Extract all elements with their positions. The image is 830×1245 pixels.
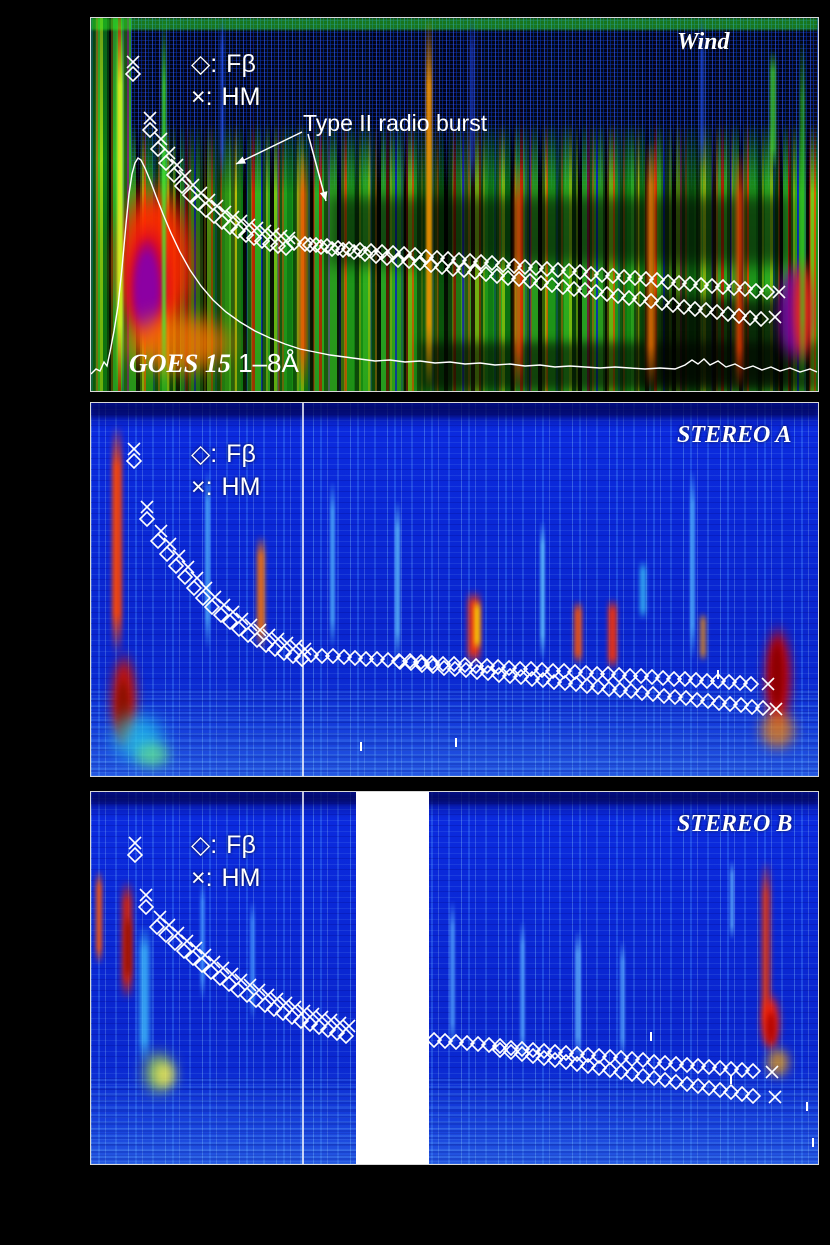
fb-diamond-marker — [248, 631, 266, 649]
white-tick — [806, 1102, 808, 1111]
fb-diamond-marker — [149, 140, 167, 158]
legend-label-hm: HM — [221, 864, 261, 892]
stereo-b-legend: ◇: Fβ ×: HM — [191, 829, 260, 895]
stereo-a-legend: ◇: Fβ ×: HM — [191, 438, 260, 504]
legend-row-fb: ◇: Fβ — [191, 829, 260, 862]
legend-row-fb: ◇: Fβ — [191, 438, 260, 471]
legend-row-hm: ×: HM — [191, 471, 260, 504]
legend-label-fb: Fβ — [226, 50, 256, 78]
fb-diamond-marker — [247, 991, 265, 1009]
fb-diamond-marker — [137, 898, 155, 916]
legend-row-hm: ×: HM — [191, 81, 260, 114]
spacecraft-label-stereo-b: STEREO B — [677, 811, 793, 837]
data-gap — [356, 792, 429, 1164]
stereo-b-spectrogram-panel: ◇: Fβ ×: HM STEREO B — [91, 792, 818, 1164]
goes-curve-label: GOES 15 1–8Å — [129, 348, 299, 379]
fb-diamond-marker — [220, 975, 238, 993]
fb-diamond-marker — [125, 452, 143, 470]
fb-diamond-marker — [149, 532, 167, 550]
cross-marker-glyph: ×: — [191, 83, 213, 111]
wind-legend: ◇: Fβ ×: HM — [191, 48, 260, 114]
legend-label-fb: Fβ — [226, 440, 256, 468]
diamond-marker-glyph: ◇: — [191, 50, 218, 78]
fb-diamond-marker — [138, 510, 156, 528]
fb-diamond-marker — [238, 986, 256, 1004]
diamond-marker-glyph: ◇: — [191, 440, 218, 468]
diamond-marker-glyph: ◇: — [191, 831, 218, 859]
fb-diamond-marker — [158, 545, 176, 563]
goes-satellite-name: GOES 15 — [129, 349, 231, 378]
annotation-arrow — [307, 133, 327, 202]
legend-label-fb: Fβ — [226, 831, 256, 859]
fb-diamond-marker — [126, 846, 144, 864]
cross-marker-glyph: ×: — [191, 864, 213, 892]
legend-label-hm: HM — [221, 83, 261, 111]
fb-diamond-marker — [194, 589, 212, 607]
wind-spectrogram-panel: ◇: Fβ ×: HM Wind Type II radio burst GOES … — [91, 18, 818, 391]
annotation-arrow — [235, 131, 303, 165]
fb-diamond-marker — [205, 207, 223, 225]
white-tick — [360, 742, 362, 751]
cross-marker-glyph: ×: — [191, 473, 213, 501]
stereo-a-spectrogram-panel: ◇: Fβ ×: HM STEREO A — [91, 403, 818, 776]
spacecraft-label-stereo-a: STEREO A — [677, 422, 792, 448]
fb-diamond-marker — [239, 626, 257, 644]
white-tick — [650, 1032, 652, 1041]
fb-diamond-marker — [197, 201, 215, 219]
type-ii-burst-annotation: Type II radio burst — [303, 110, 488, 136]
goes-xray-curve — [91, 157, 818, 375]
fb-diamond-marker — [176, 568, 194, 586]
white-tick — [455, 738, 457, 747]
fb-diamond-marker — [167, 557, 185, 575]
legend-row-hm: ×: HM — [191, 862, 260, 895]
fb-diamond-marker — [211, 969, 229, 987]
radio-dynamic-spectra-figure: ◇: Fβ ×: HM Wind Type II radio burst GOES … — [0, 0, 830, 1245]
white-tick — [812, 1138, 814, 1147]
fb-diamond-marker — [124, 65, 142, 83]
fb-diamond-marker — [141, 121, 159, 139]
legend-label-hm: HM — [221, 473, 261, 501]
legend-row-fb: ◇: Fβ — [191, 48, 260, 81]
fb-diamond-marker — [185, 579, 203, 597]
spacecraft-label-wind: Wind — [677, 29, 730, 55]
fb-diamond-marker — [229, 981, 247, 999]
goes-wavelength-band: 1–8Å — [238, 348, 299, 378]
fb-diamond-marker — [157, 154, 175, 172]
